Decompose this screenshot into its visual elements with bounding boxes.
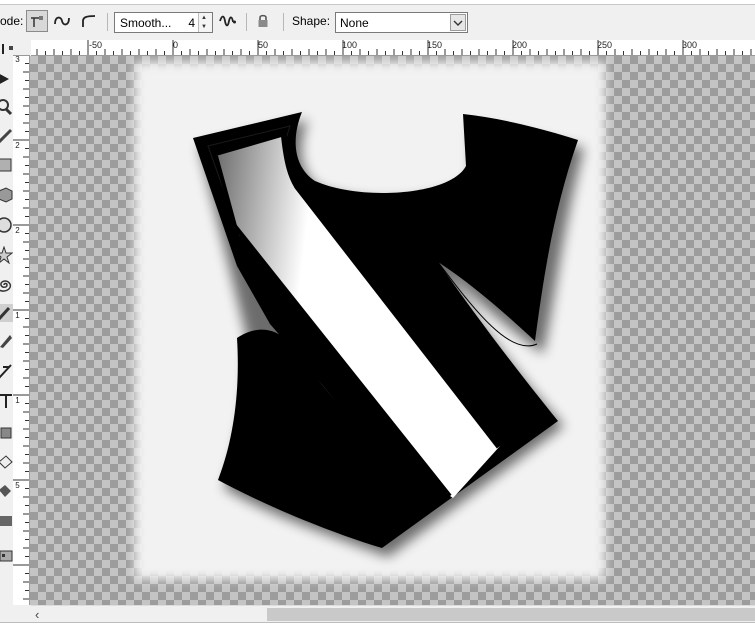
regular-bezier-icon <box>31 16 43 27</box>
bspline-path-button[interactable] <box>77 10 99 32</box>
mode-label: ode: <box>0 14 24 28</box>
toolbox <box>0 40 13 605</box>
rect-tool-icon[interactable] <box>0 156 13 174</box>
ruler-label: 200 <box>512 40 528 50</box>
zoom-tool-icon[interactable] <box>0 98 13 116</box>
tool-controls-bar: ode: Smooth... 4 ▲ ▼ Shape: None <box>0 5 755 37</box>
pressure-button[interactable] <box>217 10 239 32</box>
shape-select-value[interactable]: None <box>340 16 369 30</box>
regular-bezier-button[interactable] <box>26 10 48 32</box>
spray-tool-icon[interactable] <box>0 422 13 440</box>
ruler-label: 150 <box>427 40 443 50</box>
eraser-tool-icon[interactable] <box>0 452 13 470</box>
smoothing-value[interactable]: 4 <box>188 16 195 30</box>
measure-tool-icon[interactable] <box>0 128 13 146</box>
shield-artwork[interactable] <box>30 56 755 605</box>
ruler-label: 5 <box>15 481 20 490</box>
padlock-icon <box>258 14 268 27</box>
smoothing-preset[interactable]: Smooth... <box>120 16 171 30</box>
spiro-path-button[interactable] <box>51 10 73 32</box>
drawing-canvas[interactable] <box>30 56 755 605</box>
text-tool-icon[interactable] <box>0 392 13 410</box>
dropper-tool-icon[interactable] <box>0 546 13 564</box>
ruler-label: 250 <box>597 40 613 50</box>
spin-up-icon[interactable]: ▲ <box>201 15 207 21</box>
ruler-label: 1 <box>15 396 20 405</box>
shape-label: Shape: <box>292 14 331 28</box>
vertical-ruler[interactable]: 3 2 2 1 1 5 <box>13 55 30 605</box>
spin-arrows[interactable]: ▲ ▼ <box>198 13 212 32</box>
lock-button[interactable] <box>252 10 274 32</box>
ruler-label: -50 <box>89 40 103 50</box>
gradient-tool-icon[interactable] <box>0 512 13 530</box>
ruler-label: 100 <box>342 40 358 50</box>
ruler-label: 2 <box>15 141 20 150</box>
toolbar-separator <box>246 13 247 31</box>
tweak-tool-icon[interactable] <box>0 70 13 88</box>
star-tool-icon[interactable] <box>0 246 13 264</box>
toolbar-separator <box>283 13 284 31</box>
toolbar-separator <box>107 13 108 31</box>
pencil-tool-icon[interactable] <box>0 304 13 322</box>
ellipse-tool-icon[interactable] <box>0 216 13 234</box>
pen-tool-icon[interactable] <box>0 332 13 350</box>
ruler-label: 3 <box>15 55 20 64</box>
3d-box-tool-icon[interactable] <box>0 186 13 204</box>
spin-down-icon[interactable]: ▼ <box>201 24 207 30</box>
ruler-ticks <box>36 40 752 55</box>
horizontal-scrollbar[interactable]: ‹ <box>31 605 755 623</box>
ruler-label: 300 <box>682 40 698 50</box>
horizontal-ruler[interactable]: -50 0 50 100 150 200 250 300 <box>31 40 755 56</box>
node-tool-icon[interactable] <box>0 40 13 58</box>
shape-select[interactable]: None <box>335 12 468 33</box>
spiral-tool-icon[interactable] <box>0 276 13 294</box>
bspline-path-icon <box>82 15 96 27</box>
ruler-label: 2 <box>15 226 20 235</box>
scroll-left-icon[interactable]: ‹ <box>35 606 39 623</box>
scrollbar-thumb[interactable] <box>267 608 755 621</box>
ruler-label: 0 <box>173 40 179 50</box>
smoothing-spinbox[interactable]: Smooth... 4 ▲ ▼ <box>114 12 213 33</box>
bucket-tool-icon[interactable] <box>0 482 13 500</box>
spiro-path-icon <box>54 16 70 26</box>
ruler-label: 50 <box>258 40 269 50</box>
pressure-squiggle-icon <box>219 15 236 27</box>
ruler-label: 1 <box>15 311 20 320</box>
calligraphy-tool-icon[interactable] <box>0 362 13 380</box>
chevron-down-icon[interactable] <box>450 14 466 31</box>
ruler-ticks <box>13 55 29 600</box>
status-bar-edge <box>0 622 755 628</box>
